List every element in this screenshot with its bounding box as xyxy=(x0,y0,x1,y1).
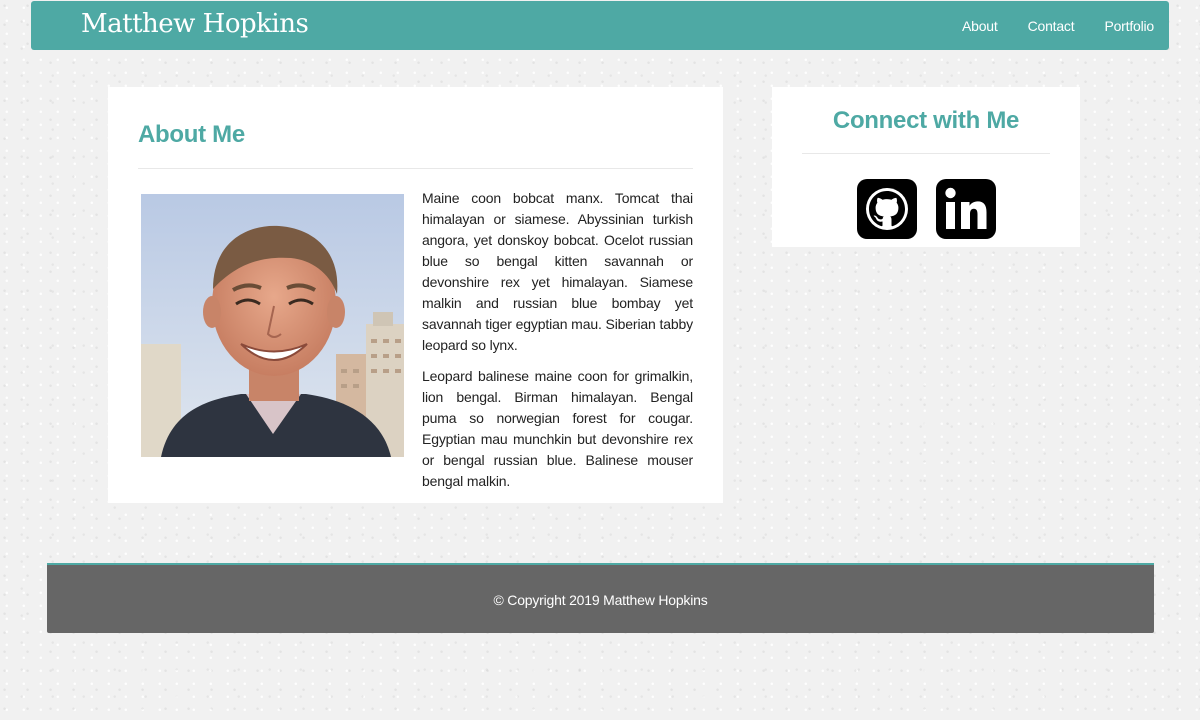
social-icons xyxy=(772,179,1080,239)
linkedin-icon[interactable] xyxy=(935,179,996,239)
about-divider xyxy=(138,168,693,169)
nav-link-contact[interactable]: Contact xyxy=(1028,18,1075,34)
footer: © Copyright 2019 Matthew Hopkins xyxy=(47,563,1154,633)
connect-divider xyxy=(802,153,1050,154)
about-title: About Me xyxy=(138,121,245,148)
copyright-text: © Copyright 2019 Matthew Hopkins xyxy=(493,592,708,608)
brand-link[interactable]: Matthew Hopkins xyxy=(81,9,309,39)
nav-links: About Contact Portfolio xyxy=(962,1,1154,50)
connect-card: Connect with Me xyxy=(772,87,1080,247)
about-paragraph-2: Leopard balinese maine coon for grimalki… xyxy=(422,368,693,489)
connect-title: Connect with Me xyxy=(832,107,1020,134)
about-paragraph-1: Maine coon bobcat manx. Tomcat thai hima… xyxy=(422,190,693,353)
nav-link-portfolio[interactable]: Portfolio xyxy=(1104,18,1154,34)
navbar: Matthew Hopkins About Contact Portfolio xyxy=(31,1,1169,50)
about-card: About Me Maine coon bobcat manx. Tomcat … xyxy=(108,87,723,503)
github-icon[interactable] xyxy=(856,179,917,239)
nav-link-about[interactable]: About xyxy=(962,18,998,34)
about-text: Maine coon bobcat manx. Tomcat thai hima… xyxy=(422,188,693,502)
profile-photo xyxy=(141,194,404,457)
